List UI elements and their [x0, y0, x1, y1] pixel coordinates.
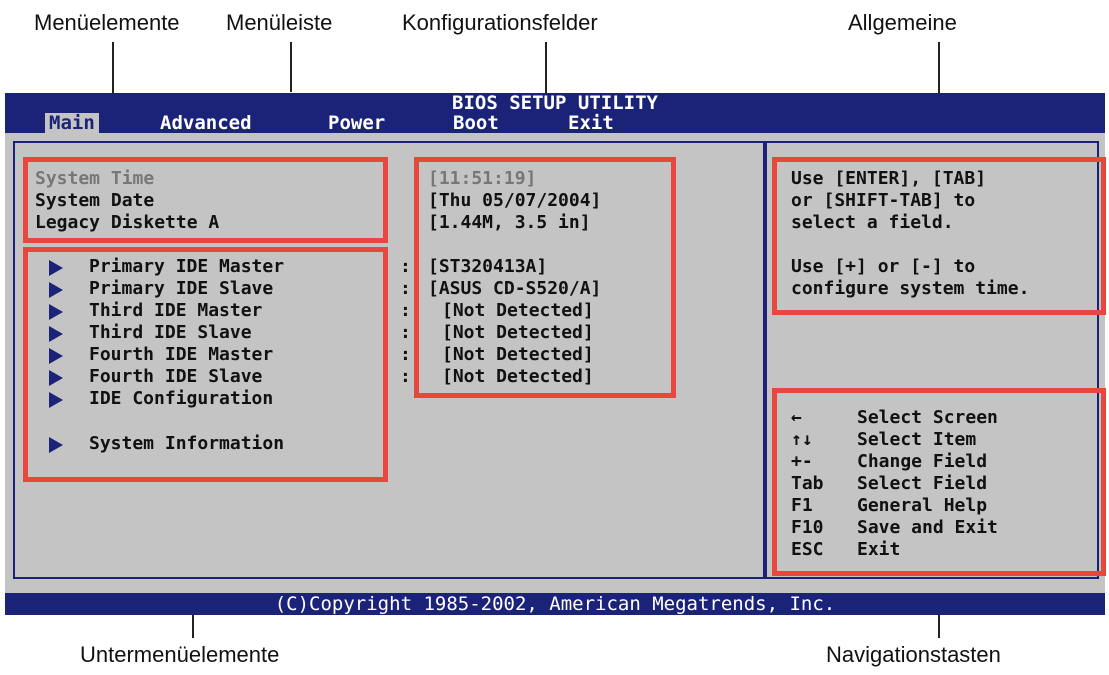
callout-config-fields: Konfigurationsfelder — [402, 10, 598, 35]
callout-menu-bar: Menüleiste — [226, 10, 333, 35]
callout-general: Allgemeine — [848, 10, 957, 35]
bios-copyright-footer: (C)Copyright 1985-2002, American Megatre… — [5, 593, 1105, 615]
highlight-nav-keys — [772, 388, 1106, 576]
highlight-config-fields — [414, 157, 676, 398]
tab-main[interactable]: Main — [45, 113, 99, 133]
highlight-submenu-items — [23, 247, 388, 482]
highlight-general-help — [772, 157, 1106, 315]
tab-power[interactable]: Power — [328, 113, 385, 133]
submenu-sep: : — [400, 300, 411, 321]
submenu-sep: : — [400, 344, 411, 365]
highlight-menu-items — [23, 157, 388, 243]
bios-title-bar: BIOS SETUP UTILITY Main Advanced Power B… — [5, 93, 1105, 133]
tab-exit[interactable]: Exit — [568, 113, 614, 133]
tab-advanced[interactable]: Advanced — [160, 113, 252, 133]
leader-menu-bar — [290, 42, 292, 92]
submenu-sep: : — [400, 278, 411, 299]
tab-boot[interactable]: Boot — [453, 113, 499, 133]
submenu-sep: : — [400, 256, 411, 277]
submenu-sep: : — [400, 366, 411, 387]
callout-menu-items: Menüelemente — [34, 10, 180, 35]
bios-title: BIOS SETUP UTILITY — [452, 92, 658, 114]
callout-nav-keys: Navigationstasten — [826, 642, 1001, 667]
callout-submenu-items: Untermenüelemente — [80, 642, 280, 667]
submenu-sep: : — [400, 322, 411, 343]
